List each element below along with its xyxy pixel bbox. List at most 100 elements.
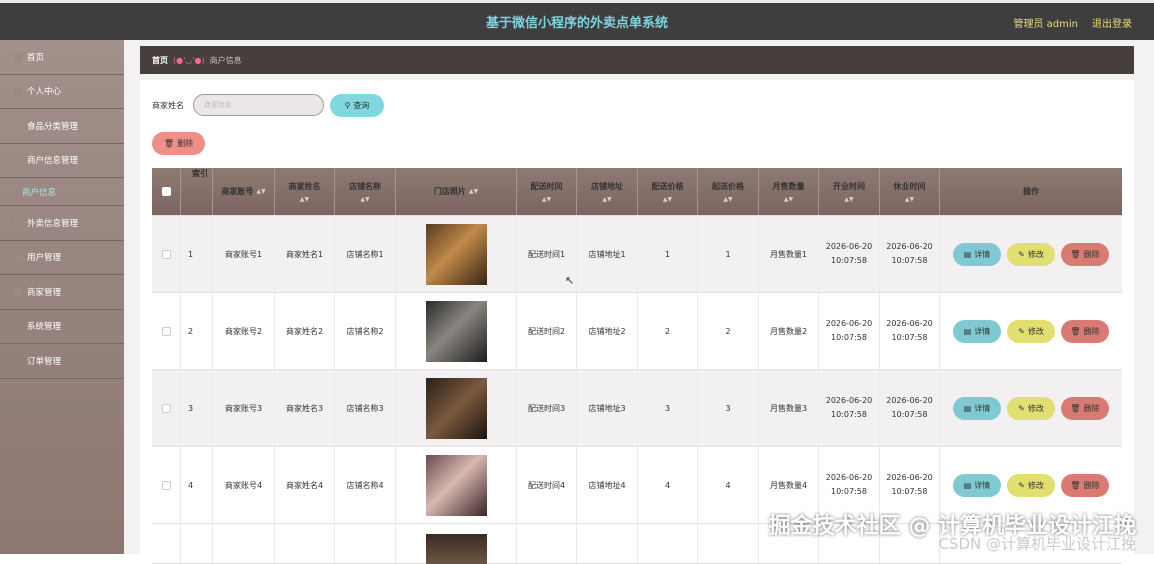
row-select-cell xyxy=(152,447,181,523)
sidebar-item-home[interactable]: 首页 xyxy=(0,40,124,75)
sidebar: 首页 个人中心 食品分类管理 商户信息管理 商户信息 外卖信息管理 用户管理 商… xyxy=(0,40,124,554)
sidebar-item-system[interactable]: 系统管理 xyxy=(0,310,124,345)
breadcrumb: 首页 (●'◡'●) 商户信息 xyxy=(140,46,1134,74)
home-icon xyxy=(14,53,22,61)
detail-icon: ▤ xyxy=(964,481,972,490)
sort-icon: ▲▼ xyxy=(784,196,793,203)
sidebar-item-users[interactable]: 用户管理 xyxy=(0,241,124,276)
top-bar: 基于微信小程序的外卖点单系统 管理员 admin 退出登录 xyxy=(0,0,1154,40)
breadcrumb-home[interactable]: 首页 xyxy=(152,55,168,66)
cell-account: 商家账号1 xyxy=(213,216,275,292)
takeout-icon xyxy=(14,219,22,227)
header-delivery-price[interactable]: 配送价格▲▼ xyxy=(638,168,698,215)
detail-button[interactable]: ▤详情 xyxy=(953,320,1001,343)
edit-button[interactable]: ✎修改 xyxy=(1007,243,1055,266)
orders-icon xyxy=(14,357,22,365)
cell-close-time: 2026-06-2010:07:58 xyxy=(880,370,940,446)
sidebar-item-takeout[interactable]: 外卖信息管理 xyxy=(0,206,124,241)
edit-button[interactable]: ✎修改 xyxy=(1007,320,1055,343)
header-delivery-time[interactable]: 配送时间▲▼ xyxy=(517,168,577,215)
header-min-price[interactable]: 起送价格▲▼ xyxy=(698,168,759,215)
cell-monthly-sales: 月售数量1 xyxy=(759,216,819,292)
detail-icon: ▤ xyxy=(964,404,972,413)
detail-button[interactable]: ▤详情 xyxy=(953,397,1001,420)
breadcrumb-emoticon: (●'◡'●) xyxy=(173,56,205,65)
store-photo[interactable] xyxy=(426,301,487,362)
row-checkbox[interactable] xyxy=(162,481,171,490)
delete-button[interactable]: 🗑删除 xyxy=(1061,243,1109,266)
edit-icon: ✎ xyxy=(1018,404,1025,413)
bulk-delete-button[interactable]: 🗑删除 xyxy=(152,132,205,155)
edit-button[interactable]: ✎修改 xyxy=(1007,474,1055,497)
cell-name: 商家姓名1 xyxy=(275,216,335,292)
header-shop[interactable]: 店铺名称▲▼ xyxy=(335,168,396,215)
sidebar-subitem-merchant-info[interactable]: 商户信息 xyxy=(0,178,124,206)
search-input[interactable]: 商家姓名 xyxy=(193,94,324,116)
users-icon xyxy=(14,253,22,261)
header-photo[interactable]: 门店照片▲▼ xyxy=(396,168,517,215)
header-name[interactable]: 商家姓名▲▼ xyxy=(275,168,335,215)
sidebar-item-merchant-info[interactable]: 商户信息管理 xyxy=(0,144,124,179)
breadcrumb-current: 商户信息 xyxy=(210,55,242,66)
header-open-time[interactable]: 开业时间▲▼ xyxy=(819,168,880,215)
detail-icon: ▤ xyxy=(964,250,972,259)
store-photo[interactable] xyxy=(426,455,487,516)
edit-button[interactable]: ✎修改 xyxy=(1007,397,1055,420)
mouse-cursor: ↖ xyxy=(565,274,574,287)
sidebar-item-orders[interactable]: 订单管理 xyxy=(0,344,124,379)
store-photo[interactable] xyxy=(426,224,487,285)
delete-button[interactable]: 🗑删除 xyxy=(1061,474,1109,497)
merchant-table: 索引 商家账号▲▼ 商家姓名▲▼ 店铺名称▲▼ 门店照片▲▼ 配送时间▲▼ 店铺… xyxy=(152,168,1122,564)
sort-icon: ▲▼ xyxy=(360,196,369,203)
content-panel: 商家姓名 商家姓名 ⚲查询 🗑删除 索引 商家账号▲▼ 商家姓名▲▼ 店铺名称▲… xyxy=(140,80,1134,554)
header-account[interactable]: 商家账号▲▼ xyxy=(213,168,275,215)
cell-name: 商家姓名4 xyxy=(275,447,335,523)
sidebar-item-food-category[interactable]: 食品分类管理 xyxy=(0,109,124,144)
row-select-cell xyxy=(152,370,181,446)
header-index: 索引 xyxy=(181,168,213,215)
row-checkbox[interactable] xyxy=(162,327,171,336)
sort-icon: ▲▼ xyxy=(256,188,265,195)
cell-account: 商家账号2 xyxy=(213,293,275,369)
cell-address: 店铺地址4 xyxy=(577,447,638,523)
table-body: 1商家账号1商家姓名1店铺名称1配送时间1店铺地址111月售数量12026-06… xyxy=(152,216,1122,524)
sidebar-item-personal[interactable]: 个人中心 xyxy=(0,75,124,110)
cell-photo xyxy=(396,216,517,292)
merchant-icon xyxy=(14,156,22,164)
cell-photo xyxy=(396,370,517,446)
cell-min-price: 4 xyxy=(698,447,759,523)
table-row: 2商家账号2商家姓名2店铺名称2配送时间2店铺地址222月售数量22026-06… xyxy=(152,293,1122,370)
cell-monthly-sales: 月售数量2 xyxy=(759,293,819,369)
trash-icon: 🗑 xyxy=(164,139,174,148)
detail-button[interactable]: ▤详情 xyxy=(953,474,1001,497)
row-checkbox[interactable] xyxy=(162,404,171,413)
sort-icon: ▲▼ xyxy=(469,188,478,195)
row-checkbox[interactable] xyxy=(162,250,171,259)
logout-link[interactable]: 退出登录 xyxy=(1092,15,1132,30)
delete-button[interactable]: 🗑删除 xyxy=(1061,397,1109,420)
sidebar-item-merchants[interactable]: 商家管理 xyxy=(0,275,124,310)
select-all-checkbox[interactable] xyxy=(162,187,171,196)
cell-close-time: 2026-06-2010:07:58 xyxy=(880,293,940,369)
search-button[interactable]: ⚲查询 xyxy=(330,94,384,117)
admin-user[interactable]: 管理员 admin xyxy=(1013,15,1078,30)
cell-delivery-time: 配送时间3 xyxy=(517,370,577,446)
cell-shop: 店铺名称1 xyxy=(335,216,396,292)
store-photo[interactable] xyxy=(426,378,487,439)
sort-icon: ▲▼ xyxy=(602,196,611,203)
header-address[interactable]: 店铺地址▲▼ xyxy=(577,168,638,215)
sort-icon: ▲▼ xyxy=(905,196,914,203)
app-title: 基于微信小程序的外卖点单系统 xyxy=(0,12,1154,31)
delete-button[interactable]: 🗑删除 xyxy=(1061,320,1109,343)
sort-icon: ▲▼ xyxy=(542,196,551,203)
detail-button[interactable]: ▤详情 xyxy=(953,243,1001,266)
trash-icon: 🗑 xyxy=(1070,327,1080,336)
cell-shop: 店铺名称4 xyxy=(335,447,396,523)
store-icon xyxy=(14,288,22,296)
cell-monthly-sales: 月售数量3 xyxy=(759,370,819,446)
cell-open-time: 2026-06-2010:07:58 xyxy=(819,293,880,369)
header-monthly-sales[interactable]: 月售数量▲▼ xyxy=(759,168,819,215)
cell-shop: 店铺名称3 xyxy=(335,370,396,446)
cell-actions: ▤详情 ✎修改 🗑删除 xyxy=(940,216,1122,292)
header-close-time[interactable]: 休业时间▲▼ xyxy=(880,168,940,215)
